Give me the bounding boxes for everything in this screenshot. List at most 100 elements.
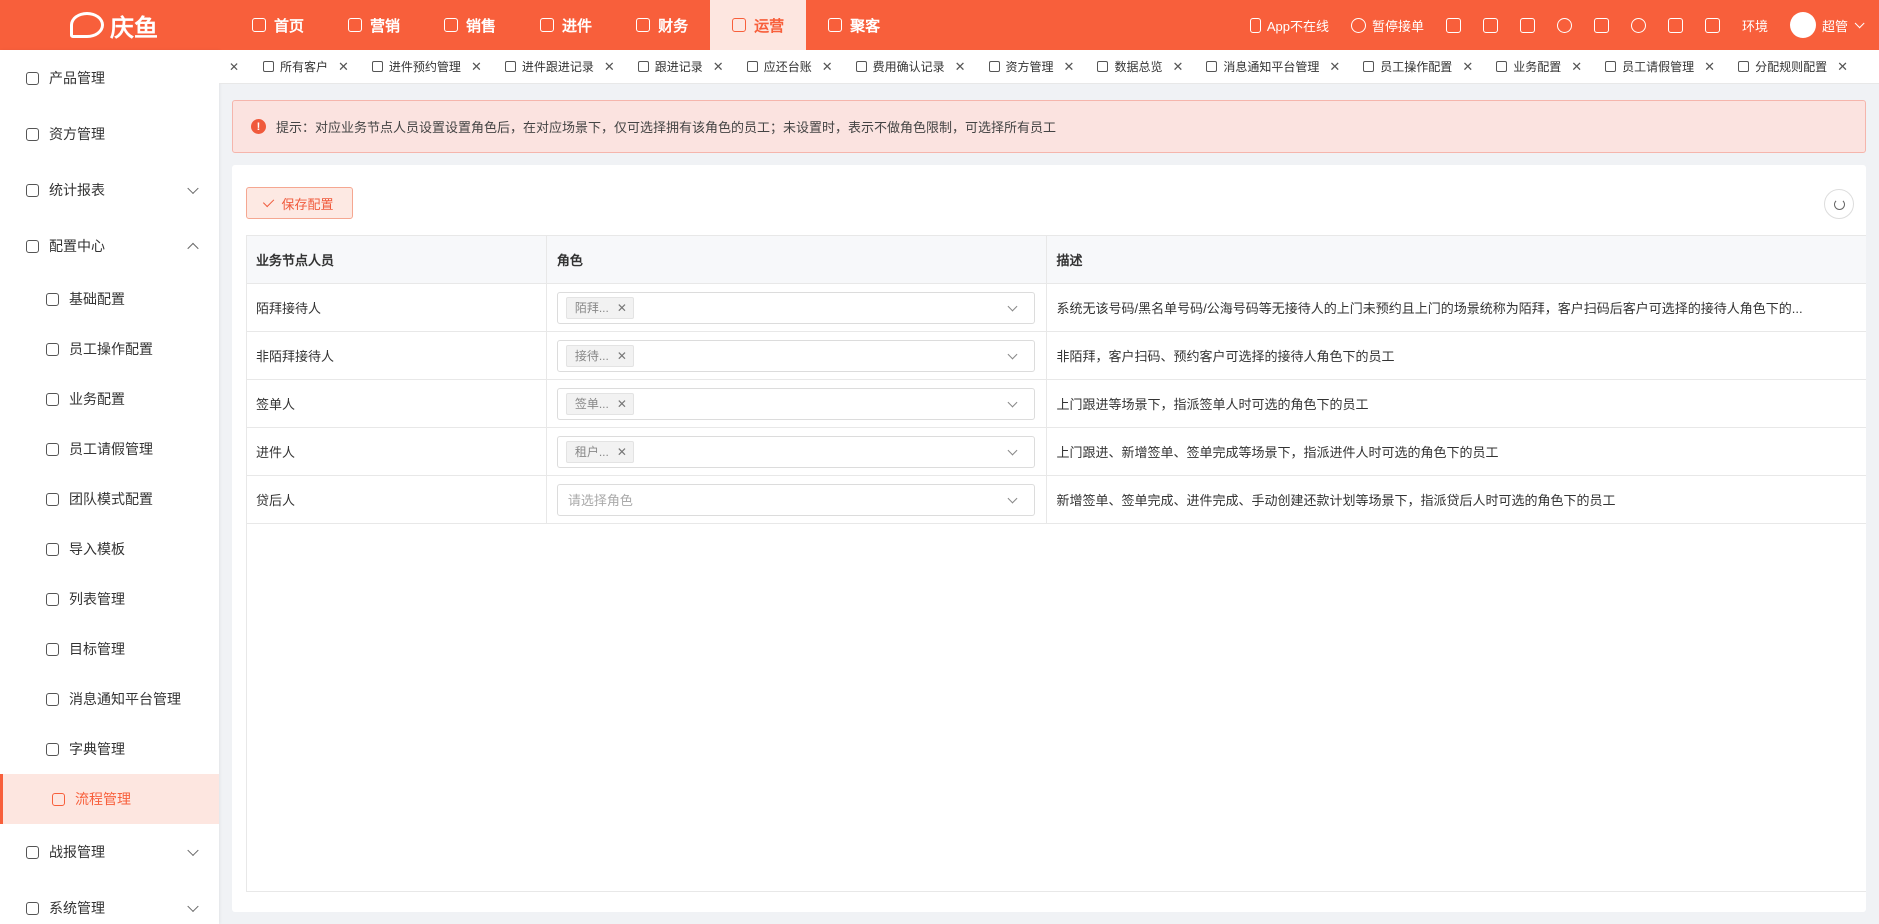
sidebar-item-label: 战报管理 <box>49 844 105 860</box>
close-icon[interactable]: ✕ <box>1571 59 1582 75</box>
app-status[interactable]: App不在线 <box>1249 16 1329 35</box>
topnav-item-0[interactable]: 首页 <box>230 0 326 50</box>
role-select[interactable]: 陌拜... ✕ <box>556 291 1035 324</box>
tab-item[interactable]: 数据总览 ✕ <box>1083 50 1192 83</box>
monitor-icon <box>732 18 747 32</box>
briefcase-icon <box>1496 61 1508 72</box>
table-row: 非陌拜接待人 接待... ✕ 非陌拜，客户扫码、预约客户可选择的接待人角色下的员工 <box>247 332 1866 380</box>
warning-icon: ! <box>251 119 266 134</box>
sidebar-item[interactable]: 列表管理 <box>0 574 219 624</box>
sidebar-item[interactable]: 员工请假管理 <box>0 424 219 474</box>
sidebar-item[interactable]: 目标管理 <box>0 624 219 674</box>
toolbox-icon[interactable] <box>1667 17 1683 33</box>
sidebar-item[interactable]: 统计报表 <box>0 162 219 218</box>
sidebar-item[interactable]: 产品管理 <box>0 50 219 106</box>
sidebar-item[interactable]: 系统管理 <box>0 880 219 924</box>
doc-icon <box>504 61 516 72</box>
table-body: 陌拜接待人 陌拜... ✕ 系统无该号码/黑名单号码/公海号码等无接待人的上门未预约且… <box>247 284 1866 524</box>
role-select[interactable]: 接待... ✕ <box>556 339 1035 372</box>
tab-item[interactable]: 员工请假管理 ✕ <box>1591 50 1724 83</box>
role-config-table: 业务节点人员 角色 描述 陌拜接待人 陌拜... ✕ 系统无该号码/黑名单号码/公海号… <box>246 235 1866 892</box>
topnav-item-4[interactable]: 财务 <box>614 0 710 50</box>
remove-tag-icon[interactable]: ✕ <box>617 301 627 315</box>
role-select[interactable]: 租户... ✕ <box>556 435 1035 468</box>
tab-item[interactable]: 员工操作配置 ✕ <box>1349 50 1482 83</box>
sidebar-item[interactable]: 流程管理 <box>0 774 219 824</box>
topnav-item-3[interactable]: 进件 <box>518 0 614 50</box>
tab-item[interactable]: 分配规则配置 ✕ <box>1724 50 1857 83</box>
sidebar-item[interactable]: 字典管理 <box>0 724 219 774</box>
lock-icon[interactable] <box>1445 17 1461 33</box>
close-all-tabs-icon[interactable]: ✕ <box>219 60 249 74</box>
pause-orders-button[interactable]: 暂停接单 <box>1350 16 1424 35</box>
remove-tag-icon[interactable]: ✕ <box>617 349 627 363</box>
topnav-item-2[interactable]: 销售 <box>422 0 518 50</box>
chevron-down-icon <box>1007 445 1018 455</box>
bell-icon[interactable] <box>1556 17 1572 33</box>
tab-item[interactable]: 所有客户 ✕ <box>249 50 358 83</box>
role-select[interactable]: 请选择角色 <box>556 483 1035 516</box>
sidebar-item[interactable]: 资方管理 <box>0 106 219 162</box>
close-icon[interactable]: ✕ <box>604 59 615 75</box>
sidebar-item[interactable]: 团队模式配置 <box>0 474 219 524</box>
role-tag: 租户... ✕ <box>565 440 634 463</box>
search-icon[interactable] <box>1630 17 1646 33</box>
close-icon[interactable]: ✕ <box>822 59 833 75</box>
refresh-button[interactable] <box>1824 189 1854 219</box>
sidebar-item[interactable]: 配置中心 <box>0 218 219 274</box>
tab-item[interactable]: 业务配置 ✕ <box>1482 50 1591 83</box>
role-select[interactable]: 签单... ✕ <box>556 387 1035 420</box>
menu-search-icon[interactable] <box>1482 17 1498 33</box>
remove-tag-icon[interactable]: ✕ <box>617 445 627 459</box>
close-icon[interactable]: ✕ <box>1704 59 1715 75</box>
sidebar-item[interactable]: 战报管理 <box>0 824 219 880</box>
send-icon[interactable] <box>1704 17 1720 33</box>
topnav-item-1[interactable]: 营销 <box>326 0 422 50</box>
user-menu[interactable]: 超管 <box>1789 12 1865 38</box>
shirt-icon[interactable] <box>1519 17 1535 33</box>
sidebar-item-label: 资方管理 <box>49 126 105 142</box>
sidebar-item[interactable]: 员工操作配置 <box>0 324 219 374</box>
sidebar-item-label: 列表管理 <box>69 591 125 607</box>
tab-item[interactable]: 进件跟进记录 ✕ <box>491 50 624 83</box>
desc-cell: 上门跟进等场景下，指派签单人时可选的角色下的员工 <box>1047 380 1866 427</box>
tab-item[interactable]: 费用确认记录 ✕ <box>842 50 975 83</box>
close-icon[interactable]: ✕ <box>338 59 349 75</box>
remove-tag-icon[interactable]: ✕ <box>617 397 627 411</box>
fullscreen-icon[interactable] <box>1593 17 1609 33</box>
sidebar-item-label: 统计报表 <box>49 182 105 198</box>
tab-item[interactable]: 应还台账 ✕ <box>733 50 842 83</box>
close-icon[interactable]: ✕ <box>1172 59 1183 75</box>
tab-label: 数据总览 <box>1114 60 1163 74</box>
sidebar-item[interactable]: 基础配置 <box>0 274 219 324</box>
tabs-bar: ✕ 所有客户 ✕ 进件预约管理 ✕ 进件跟进记录 ✕ 跟进记录 ✕ 应还台账 ✕ 费用确认记录 ✕ 资方… <box>219 50 1879 84</box>
close-icon[interactable]: ✕ <box>713 59 724 75</box>
close-icon[interactable]: ✕ <box>1462 59 1473 75</box>
tab-item[interactable]: 跟进记录 ✕ <box>624 50 733 83</box>
close-icon[interactable]: ✕ <box>1837 59 1848 75</box>
close-icon[interactable]: ✕ <box>955 59 966 75</box>
chevron-up-icon <box>187 242 199 255</box>
brand-logo[interactable]: 庆鱼 <box>0 8 222 43</box>
tab-item[interactable]: 进件预约管理 ✕ <box>358 50 491 83</box>
sidebar-item[interactable]: 消息通知平台管理 <box>0 674 219 724</box>
tab-item[interactable]: 资方管理 ✕ <box>975 50 1084 83</box>
desc-text: 系统无该号码/黑名单号码/公海号码等无接待人的上门未预约且上门的场景统称为陌拜，… <box>1056 301 1803 316</box>
sidebar-item[interactable]: 导入模板 <box>0 524 219 574</box>
sidebar: 产品管理资方管理统计报表配置中心 基础配置 员工操作配置 业务配置 员工请假管理 团队模式… <box>0 50 219 924</box>
tab-item[interactable]: 消息通知平台管理 ✕ <box>1192 50 1349 83</box>
doc-icon <box>637 61 649 72</box>
gavel-icon <box>855 61 867 72</box>
close-icon[interactable]: ✕ <box>1064 59 1075 75</box>
topnav-item-6[interactable]: 聚客 <box>806 0 902 50</box>
table-row: 陌拜接待人 陌拜... ✕ 系统无该号码/黑名单号码/公海号码等无接待人的上门未预约且… <box>247 284 1866 332</box>
close-icon[interactable]: ✕ <box>1329 59 1340 75</box>
main-panel: 保存配置 业务节点人员 角色 描述 陌拜接待人 陌拜... ✕ 系统无该号码/黑名单号… <box>232 165 1866 912</box>
sidebar-item[interactable]: 业务配置 <box>0 374 219 424</box>
topnav-item-5[interactable]: 运营 <box>710 0 807 50</box>
save-config-button[interactable]: 保存配置 <box>246 187 353 219</box>
brand-name: 庆鱼 <box>110 14 158 42</box>
topnav-label: 进件 <box>562 17 593 35</box>
tab-label: 员工请假管理 <box>1622 60 1695 74</box>
close-icon[interactable]: ✕ <box>471 59 482 75</box>
